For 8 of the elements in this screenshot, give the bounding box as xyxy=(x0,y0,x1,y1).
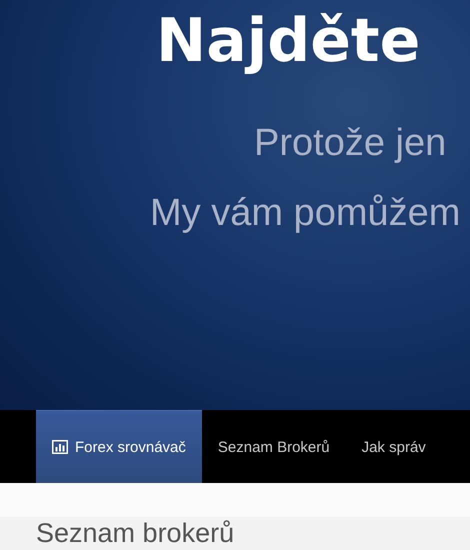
section-heading: Seznam brokerů xyxy=(36,518,236,549)
nav-tab[interactable]: Jak správ xyxy=(346,410,442,483)
nav-tab[interactable]: Seznam Brokerů xyxy=(202,410,346,483)
bar-chart-icon xyxy=(52,440,68,454)
hero-subtitle: Protože jen xyxy=(254,124,446,162)
hero-subtitle: My vám pomůžem xyxy=(150,194,460,232)
nav-tab[interactable]: Forex srovnávač xyxy=(36,410,202,483)
hero-title: Najděte xyxy=(156,5,420,78)
